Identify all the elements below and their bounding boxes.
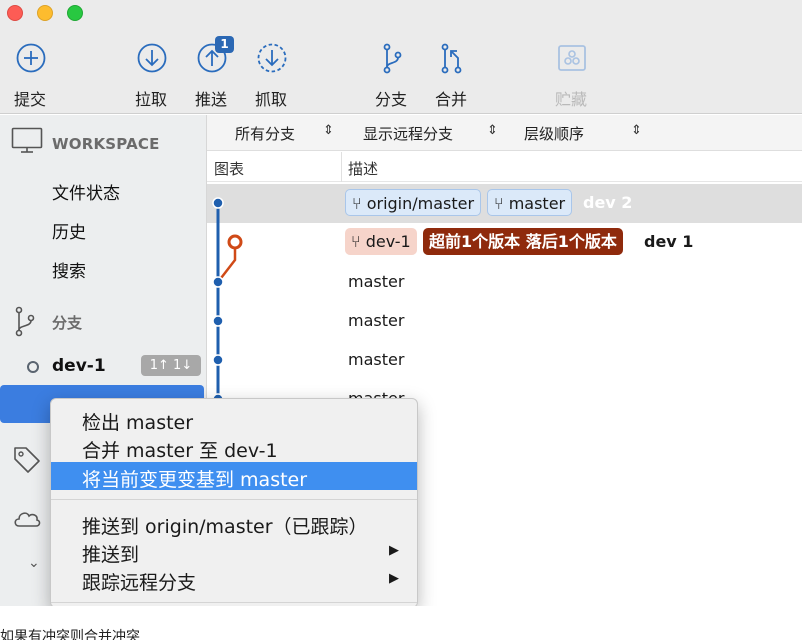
branch-ref-label[interactable]: ⑂ dev-1 <box>345 228 417 255</box>
context-menu: 检出 master 合并 master 至 dev-1 将当前变更变基到 mas… <box>50 398 418 606</box>
branch-label: 分支 <box>374 90 407 109</box>
zoom-window-button[interactable] <box>67 5 83 21</box>
workspace-heading: WORKSPACE <box>52 135 160 153</box>
column-header: 图表 描述 <box>207 152 802 182</box>
merge-button[interactable]: 合并 <box>421 40 481 109</box>
sidebar-item-file-status[interactable]: 文件状态 <box>52 179 120 204</box>
menu-item-rebase-onto-master[interactable]: 将当前变更变基到 master <box>51 462 417 491</box>
commit-button[interactable]: 提交 <box>0 40 60 109</box>
menu-separator <box>51 499 417 500</box>
branch-icon: ⑂ <box>494 194 504 213</box>
stash-icon <box>558 45 586 71</box>
fetch-icon <box>257 43 287 73</box>
order-select[interactable]: 层级顺序 <box>524 123 584 144</box>
branch-icon <box>383 43 402 74</box>
push-label: 推送 <box>194 90 227 109</box>
sidebar-item-history[interactable]: 历史 <box>52 218 86 243</box>
branch-button[interactable]: 分支 <box>361 40 421 109</box>
pull-label: 拉取 <box>134 90 167 109</box>
menu-item-checkout-master[interactable]: 检出 master <box>51 405 417 434</box>
stash-label: 贮藏 <box>554 90 587 109</box>
column-divider[interactable] <box>341 152 342 182</box>
fetch-label: 抓取 <box>254 90 287 109</box>
submenu-arrow-icon: ▶ <box>389 543 399 558</box>
stash-button[interactable]: 贮藏 <box>541 40 601 109</box>
chevron-down-icon[interactable]: ⌄ <box>28 555 40 571</box>
graph-column-header[interactable]: 图表 <box>214 158 244 179</box>
commit-label: 提交 <box>13 90 46 109</box>
description-column-header[interactable]: 描述 <box>348 158 378 179</box>
commit-message: dev 1 <box>644 232 694 251</box>
updown-chevron-icon: ⇕ <box>631 123 642 138</box>
pull-button[interactable]: 拉取 <box>121 40 181 109</box>
branch-ref-label[interactable]: ⑂ origin/master <box>345 189 482 216</box>
monitor-icon <box>11 127 43 153</box>
tag-icon[interactable] <box>12 445 42 475</box>
fetch-button[interactable]: 抓取 <box>241 40 301 109</box>
commit-node[interactable] <box>212 354 224 366</box>
menu-separator <box>51 602 417 603</box>
menu-item-push-to-origin-master[interactable]: 推送到 origin/master（已跟踪） <box>51 509 417 538</box>
ahead-behind-badge: 1↑ 1↓ <box>141 355 201 376</box>
menu-item-track-remote-branch[interactable]: 跟踪远程分支 ▶ <box>51 565 417 594</box>
merge-icon <box>441 43 462 74</box>
close-window-button[interactable] <box>7 5 23 21</box>
merge-label: 合并 <box>434 90 467 109</box>
branch-icon: ⑂ <box>352 194 362 213</box>
sidebar-item-search[interactable]: 搜索 <box>52 257 86 282</box>
commit-node[interactable] <box>212 315 224 327</box>
commit-message: master <box>348 272 405 291</box>
branch-ref-label[interactable]: ⑂ master <box>487 189 573 216</box>
ahead-behind-status: 超前1个版本 落后1个版本 <box>423 228 623 255</box>
minimize-window-button[interactable] <box>37 5 53 21</box>
updown-chevron-icon: ⇕ <box>487 123 498 138</box>
commit-message: master <box>348 311 405 330</box>
branch-icon <box>15 306 35 337</box>
cloud-icon[interactable] <box>12 507 42 529</box>
updown-chevron-icon: ⇕ <box>323 123 334 138</box>
remote-filter-select[interactable]: 显示远程分支 <box>363 123 453 144</box>
commit-message: master <box>348 350 405 369</box>
filter-bar: 所有分支 ⇕ 显示远程分支 ⇕ 层级顺序 ⇕ <box>207 115 802 151</box>
commit-message: dev 2 <box>583 193 633 212</box>
menu-item-merge-master[interactable]: 合并 master 至 dev-1 <box>51 433 417 462</box>
head-commit-node[interactable] <box>227 234 243 250</box>
commit-node[interactable] <box>212 197 224 209</box>
commit-icon <box>16 43 46 73</box>
sidebar-item-branch-dev-1[interactable]: dev-1 <box>52 356 106 376</box>
branch-filter-select[interactable]: 所有分支 <box>235 123 295 144</box>
caption-text: 如果有冲突则合并冲突 <box>0 629 140 640</box>
commit-node[interactable] <box>212 276 224 288</box>
push-count-badge: 1 <box>215 36 234 53</box>
pull-icon <box>137 43 167 73</box>
menu-item-push-to[interactable]: 推送到 ▶ <box>51 537 417 566</box>
submenu-arrow-icon: ▶ <box>389 571 399 586</box>
branches-heading: 分支 <box>52 314 83 332</box>
current-branch-indicator-icon <box>27 361 39 373</box>
toolbar: 提交 拉取 推送 1 抓取 分支 合并 贮藏 <box>0 0 802 114</box>
branch-icon: ⑂ <box>351 232 361 251</box>
sourcetree-window: 提交 拉取 推送 1 抓取 分支 合并 贮藏 WORKSPACE 文件状态 历史… <box>0 0 802 606</box>
